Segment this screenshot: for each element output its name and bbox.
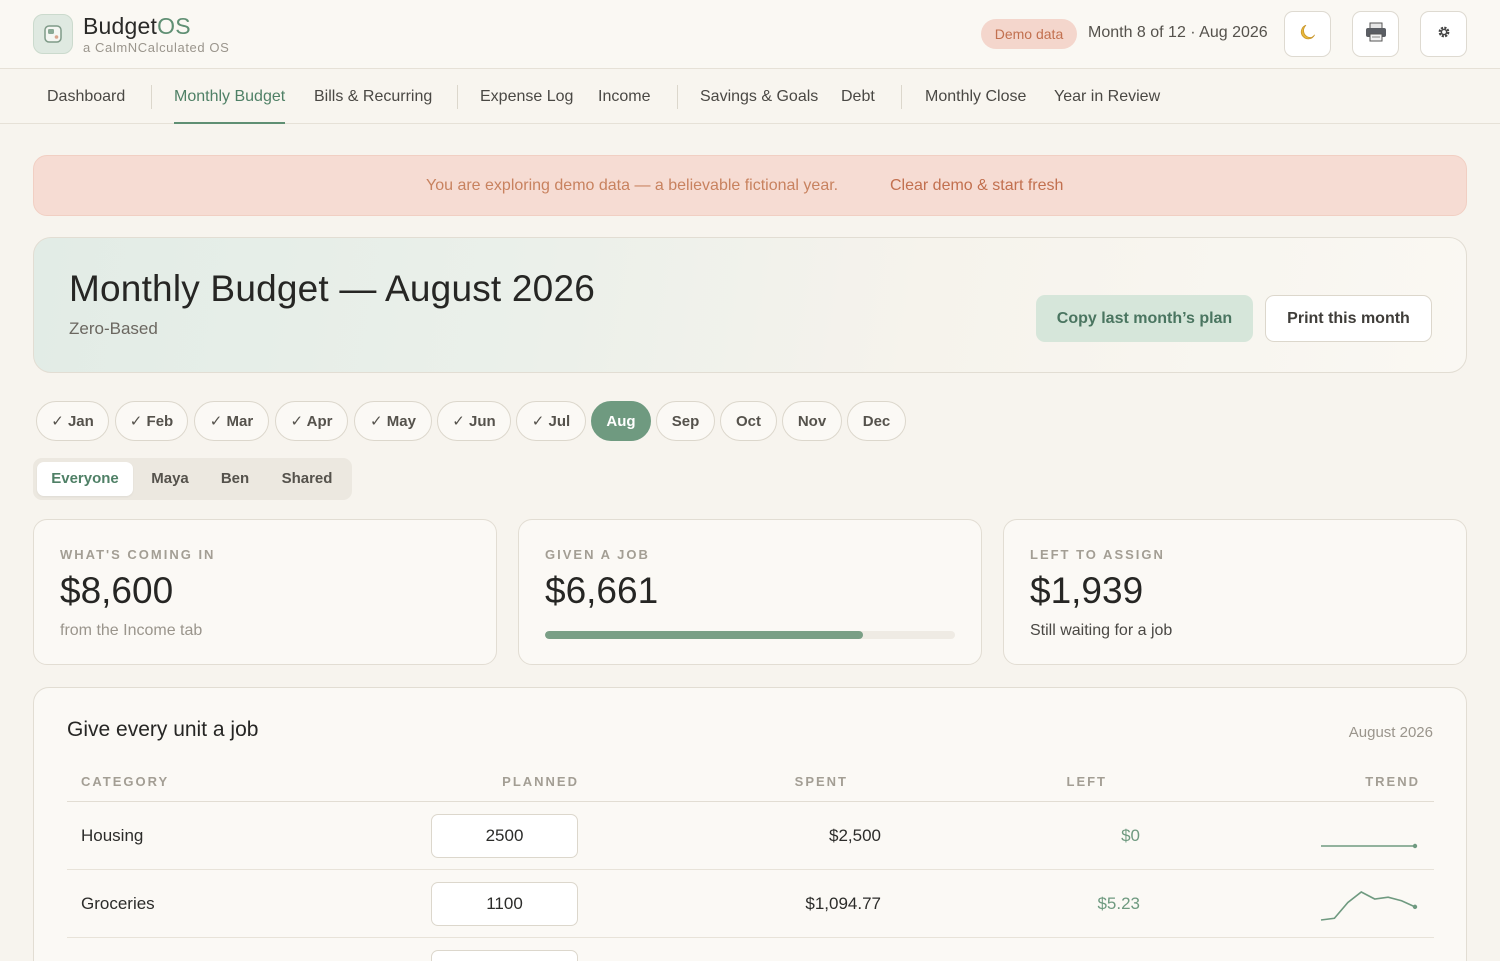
table-title: Give every unit a job — [67, 718, 259, 741]
brand-subtitle: a CalmNCalculated OS — [83, 40, 230, 55]
table-row — [67, 938, 1434, 961]
spent-amount: $1,094.77 — [805, 894, 881, 913]
brand-name: BudgetOS — [83, 13, 229, 39]
nav-bills-recurring[interactable]: Bills & Recurring — [314, 69, 432, 124]
month-chip-jun[interactable]: ✓ Jun — [437, 401, 511, 441]
nav-monthly-close[interactable]: Monthly Close — [925, 69, 1026, 124]
table-month: August 2026 — [1348, 724, 1433, 741]
planned-amount-input[interactable] — [431, 814, 578, 858]
month-chip-feb[interactable]: ✓ Feb — [115, 401, 188, 441]
column-header-left: LEFT — [1066, 774, 1107, 789]
trend-end-point — [1412, 843, 1418, 849]
gear-icon — [1436, 24, 1452, 45]
nav-dashboard[interactable]: Dashboard — [47, 69, 125, 124]
nav-monthly-budget[interactable]: Monthly Budget — [174, 69, 286, 124]
category-name: Groceries — [81, 894, 155, 913]
stat-value: $1,939 — [1030, 570, 1144, 611]
demo-banner-text: You are exploring demo data — a believab… — [426, 177, 839, 194]
month-chip-nov[interactable]: Nov — [782, 401, 842, 441]
month-chip-jan[interactable]: ✓ Jan — [36, 401, 109, 441]
left-amount: $5.23 — [1097, 894, 1140, 913]
month-status: Month 8 of 12 · Aug 2026 — [1088, 24, 1268, 41]
nav-debt[interactable]: Debt — [841, 69, 875, 124]
month-chip-aug[interactable]: Aug — [591, 401, 651, 441]
nav-income[interactable]: Income — [598, 69, 650, 124]
top-header: BudgetOS a CalmNCalculated OS Demo data … — [0, 0, 1500, 69]
stat-label: WHAT'S COMING IN — [60, 547, 216, 562]
month-chip-jul[interactable]: ✓ Jul — [516, 401, 586, 441]
person-maya[interactable]: Maya — [139, 462, 201, 496]
stat-value: $6,661 — [545, 570, 659, 611]
stat-label: LEFT TO ASSIGN — [1030, 547, 1165, 562]
trend-line — [1320, 891, 1416, 921]
page-title: Monthly Budget — August 2026 — [69, 268, 596, 309]
table-row: Housing $2,500 $0 — [67, 802, 1434, 870]
nav-divider — [457, 85, 458, 109]
clear-demo-link[interactable]: Clear demo & start fresh — [890, 177, 1063, 195]
month-chip-oct[interactable]: Oct — [720, 401, 777, 441]
nav-divider — [677, 85, 678, 109]
budget-method: Zero-Based — [69, 319, 158, 338]
stat-given-a-job: GIVEN A JOB $6,661 — [518, 519, 982, 665]
column-header-category: CATEGORY — [81, 774, 170, 789]
stat-label: GIVEN A JOB — [545, 547, 650, 562]
main-nav: Dashboard Monthly Budget Bills & Recurri… — [0, 69, 1500, 124]
person-everyone[interactable]: Everyone — [37, 462, 133, 496]
person-shared[interactable]: Shared — [269, 462, 345, 496]
month-chip-apr[interactable]: ✓ Apr — [275, 401, 348, 441]
column-header-trend: TREND — [1365, 774, 1420, 789]
month-chip-dec[interactable]: Dec — [847, 401, 906, 441]
brand-name-main: Budget — [83, 13, 158, 39]
stat-left-to-assign: LEFT TO ASSIGN $1,939 Still waiting for … — [1003, 519, 1467, 665]
stat-note: from the Income tab — [60, 622, 203, 639]
left-amount: $0 — [1121, 826, 1140, 845]
settings-button[interactable] — [1420, 11, 1467, 57]
trend-end-point — [1412, 904, 1418, 910]
copy-last-month-button[interactable]: Copy last month’s plan — [1036, 295, 1253, 342]
demo-banner: You are exploring demo data — a believab… — [33, 155, 1467, 216]
theme-toggle-button[interactable] — [1284, 11, 1331, 57]
nav-year-in-review[interactable]: Year in Review — [1054, 69, 1160, 124]
planned-amount-input[interactable] — [431, 950, 578, 961]
planned-amount-input[interactable] — [431, 882, 578, 926]
trend-sparkline — [1321, 843, 1418, 849]
table-row: Groceries $1,094.77 $5.23 — [67, 870, 1434, 938]
month-chip-sep[interactable]: Sep — [656, 401, 715, 441]
stat-coming-in: WHAT'S COMING IN $8,600 from the Income … — [33, 519, 497, 665]
person-ben[interactable]: Ben — [207, 462, 263, 496]
brand: BudgetOS a CalmNCalculated OS — [83, 13, 229, 55]
page-hero: Monthly Budget — August 2026 Zero-Based … — [33, 237, 1467, 373]
stat-value: $8,600 — [60, 570, 174, 611]
nav-divider — [901, 85, 902, 109]
person-filter: Everyone Maya Ben Shared — [33, 458, 352, 500]
nav-divider — [151, 85, 152, 109]
demo-data-badge: Demo data — [981, 19, 1077, 49]
printer-icon — [1365, 22, 1387, 47]
assigned-progress-bar — [545, 631, 955, 639]
print-button[interactable] — [1352, 11, 1399, 57]
trend-sparkline — [1320, 891, 1418, 921]
nav-expense-log[interactable]: Expense Log — [480, 69, 573, 124]
nav-savings-goals[interactable]: Savings & Goals — [700, 69, 818, 124]
month-chip-may[interactable]: ✓ May — [354, 401, 432, 441]
app-logo-icon — [33, 14, 73, 54]
print-month-button[interactable]: Print this month — [1265, 295, 1432, 342]
category-name: Housing — [81, 826, 144, 845]
budget-table-card: Give every unit a job August 2026 CATEGO… — [33, 687, 1467, 961]
spent-amount: $2,500 — [829, 826, 881, 845]
column-header-spent: SPENT — [794, 774, 848, 789]
moon-icon — [1298, 22, 1318, 47]
assigned-progress-fill — [545, 631, 863, 639]
column-header-planned: PLANNED — [502, 774, 579, 789]
month-chip-mar[interactable]: ✓ Mar — [194, 401, 269, 441]
brand-name-accent: OS — [157, 13, 191, 39]
stat-note: Still waiting for a job — [1030, 622, 1173, 639]
